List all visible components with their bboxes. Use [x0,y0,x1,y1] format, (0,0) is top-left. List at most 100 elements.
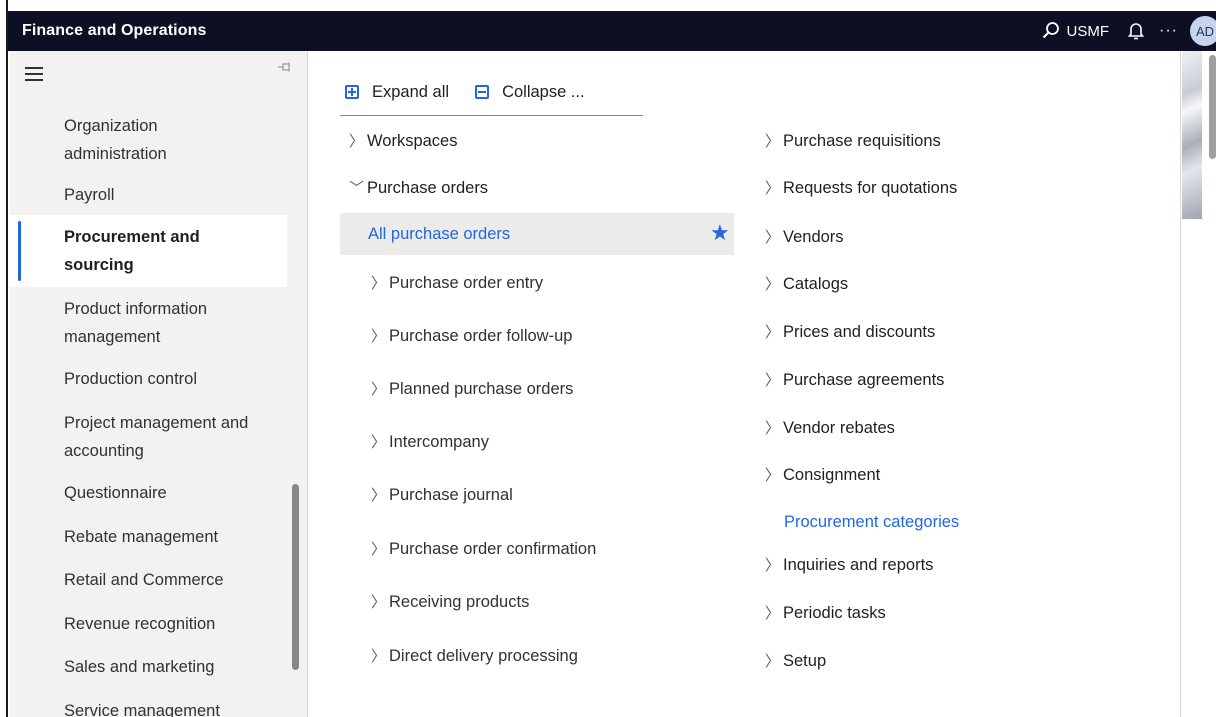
right-panel [1180,51,1216,717]
sidebar-item-label: Product information management [64,300,208,346]
menu-label: Purchase order follow-up [389,327,573,345]
menu-label: Purchase requisitions [783,132,941,150]
app-frame: Finance and Operations USMF ··· AD Organ… [0,0,1216,717]
menu-subgroup-purchase-order-entry[interactable]: 〉 Purchase order entry [371,272,543,293]
background-image [1182,51,1202,219]
menu-group-purchase-agreements[interactable]: 〉 Purchase agreements [765,369,944,390]
sidebar-item-questionnaire[interactable]: Questionnaire [10,479,287,507]
search-icon[interactable] [1041,21,1061,41]
sidebar-item-label: Retail and Commerce [64,571,224,589]
menu-group-prices-and-discounts[interactable]: 〉 Prices and discounts [765,321,935,342]
menu-group-purchase-requisitions[interactable]: 〉 Purchase requisitions [765,130,941,151]
chevron-right-icon: 〉 [765,605,781,622]
page-scrollbar[interactable] [1209,55,1216,159]
sidebar-item-label: Service management [64,702,220,717]
menu-group-consignment[interactable]: 〉 Consignment [765,464,880,485]
sidebar-item-product-information-management[interactable]: Product information management [10,295,287,351]
menu-subgroup-direct-delivery-processing[interactable]: 〉 Direct delivery processing [371,645,578,666]
menu-label: Intercompany [389,433,489,451]
collapse-all-label: Collapse ... [502,82,585,101]
navigation-pane: Organization administration Payroll Proc… [10,51,308,717]
menu-group-vendors[interactable]: 〉 Vendors [765,226,844,247]
sidebar-item-label: Project management and accounting [64,414,249,460]
menu-subgroup-planned-purchase-orders[interactable]: 〉 Planned purchase orders [371,378,573,399]
menu-label: Setup [783,652,827,670]
menu-group-requests-for-quotations[interactable]: 〉 Requests for quotations [765,177,957,198]
sidebar-item-organization-administration[interactable]: Organization administration [10,112,287,168]
chevron-right-icon: 〉 [765,276,781,293]
menu-label: Inquiries and reports [783,556,934,574]
menu-subgroup-receiving-products[interactable]: 〉 Receiving products [371,591,529,612]
app-title[interactable]: Finance and Operations [22,22,206,40]
menu-link-procurement-categories[interactable]: Procurement categories [784,513,959,532]
hamburger-menu-icon[interactable] [25,67,43,81]
menu-group-purchase-orders[interactable]: ﹀ Purchase orders [349,177,488,198]
sidebar-item-procurement-and-sourcing[interactable]: Procurement and sourcing [10,215,287,287]
chevron-down-icon: ﹀ [349,180,365,197]
sidebar-item-retail-and-commerce[interactable]: Retail and Commerce [10,566,287,594]
bell-icon[interactable] [1127,21,1145,41]
sidebar-scrollbar[interactable] [292,484,299,670]
expand-all-label: Expand all [372,82,450,101]
chevron-right-icon: 〉 [765,420,781,437]
collapse-all-button[interactable]: Collapse ... [475,83,585,102]
sidebar-item-label: Rebate management [64,528,219,546]
company-picker[interactable]: USMF [1067,23,1110,40]
menu-group-vendor-rebates[interactable]: 〉 Vendor rebates [765,417,895,438]
sidebar-item-label: Sales and marketing [64,658,215,676]
favorite-star-icon[interactable]: ★ [710,222,730,244]
more-options-button[interactable]: ··· [1159,22,1178,40]
chevron-right-icon: 〉 [371,275,387,292]
menu-subgroup-intercompany[interactable]: 〉 Intercompany [371,431,489,452]
menu-subgroup-purchase-journal[interactable]: 〉 Purchase journal [371,484,513,505]
menu-label: Requests for quotations [783,179,958,197]
menu-group-periodic-tasks[interactable]: 〉 Periodic tasks [765,602,886,623]
menu-label: Consignment [783,466,881,484]
menu-label: Purchase orders [367,179,489,197]
chevron-right-icon: 〉 [765,180,781,197]
chevron-right-icon: 〉 [765,229,781,246]
toolbar: Expand all Collapse ... [345,79,611,105]
sidebar-item-payroll[interactable]: Payroll [10,181,287,209]
toolbar-divider [340,115,643,116]
chevron-right-icon: 〉 [349,133,365,150]
menu-label: Prices and discounts [783,323,936,341]
chevron-right-icon: 〉 [371,541,387,558]
chevron-right-icon: 〉 [765,557,781,574]
pin-icon[interactable] [278,61,292,75]
chevron-right-icon: 〉 [371,648,387,665]
menu-group-setup[interactable]: 〉 Setup [765,650,826,671]
chevron-right-icon: 〉 [371,328,387,345]
sidebar-item-label: Questionnaire [64,484,167,502]
module-content: Expand all Collapse ... 〉 Workspaces ﹀ Pur… [309,51,1179,717]
sidebar-item-production-control[interactable]: Production control [10,365,287,393]
sidebar-item-project-management-and-accounting[interactable]: Project management and accounting [10,409,287,465]
chevron-right-icon: 〉 [765,324,781,341]
menu-label: Planned purchase orders [389,380,574,398]
menu-group-workspaces[interactable]: 〉 Workspaces [349,130,457,151]
menu-label: Purchase order entry [389,274,544,292]
chevron-right-icon: 〉 [765,653,781,670]
menu-subgroup-purchase-order-confirmation[interactable]: 〉 Purchase order confirmation [371,538,596,559]
chevron-right-icon: 〉 [765,372,781,389]
menu-link-all-purchase-orders[interactable]: All purchase orders [368,225,510,244]
sidebar-item-rebate-management[interactable]: Rebate management [10,523,287,551]
expand-icon [345,85,359,99]
chevron-right-icon: 〉 [765,133,781,150]
sidebar-item-revenue-recognition[interactable]: Revenue recognition [10,610,287,638]
menu-label: Vendor rebates [783,419,895,437]
menu-group-catalogs[interactable]: 〉 Catalogs [765,273,848,294]
collapse-icon [475,85,490,99]
sidebar-item-service-management[interactable]: Service management [10,697,287,717]
sidebar-item-sales-and-marketing[interactable]: Sales and marketing [10,653,287,681]
menu-group-inquiries-and-reports[interactable]: 〉 Inquiries and reports [765,554,933,575]
chevron-right-icon: 〉 [765,467,781,484]
menu-label: Periodic tasks [783,604,886,622]
top-bar-actions: USMF ··· AD [1041,11,1216,51]
chevron-right-icon: 〉 [371,487,387,504]
sidebar-item-label: Procurement and sourcing [64,228,200,274]
avatar[interactable]: AD [1190,16,1216,46]
expand-all-button[interactable]: Expand all [345,83,449,102]
menu-subgroup-purchase-order-follow-up[interactable]: 〉 Purchase order follow-up [371,325,572,346]
menu-label: Vendors [783,228,844,246]
